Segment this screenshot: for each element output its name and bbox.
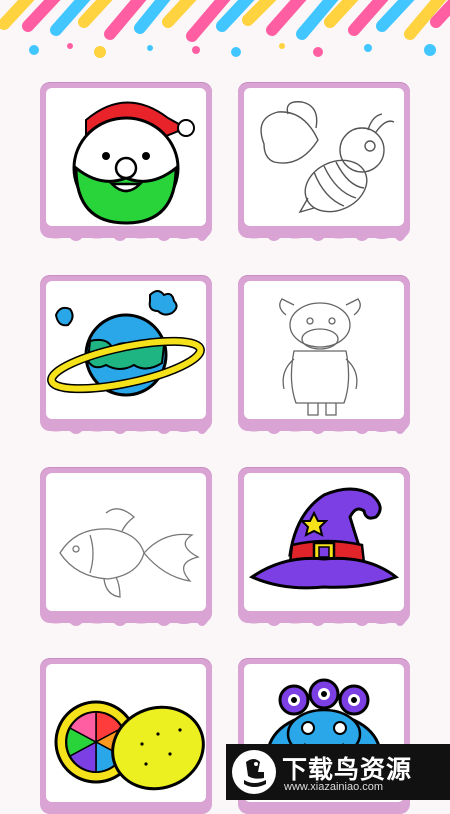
bee-drawing [260, 101, 395, 214]
santa-drawing [72, 101, 195, 225]
drawing-card-planet[interactable] [40, 275, 212, 434]
fish-drawing [59, 508, 200, 598]
drawing-card-cow[interactable] [238, 275, 410, 434]
drawing-card-fish[interactable] [40, 467, 212, 626]
drawing-card-witch-hat[interactable] [238, 467, 410, 626]
bird-logo-icon [232, 750, 276, 794]
planet-drawing [47, 290, 205, 397]
drawing-card-lemon[interactable] [40, 658, 212, 814]
cow-drawing [279, 298, 361, 416]
drawing-card-bee[interactable] [238, 82, 410, 241]
witch-hat-drawing [248, 487, 400, 590]
watermark-badge: 下载鸟资源 www.xiazainiao.com [226, 744, 450, 800]
drawing-card-santa[interactable] [40, 82, 212, 241]
drawing-gallery [0, 0, 450, 814]
lemon-drawing [54, 700, 205, 791]
watermark-url: www.xiazainiao.com [284, 781, 384, 793]
